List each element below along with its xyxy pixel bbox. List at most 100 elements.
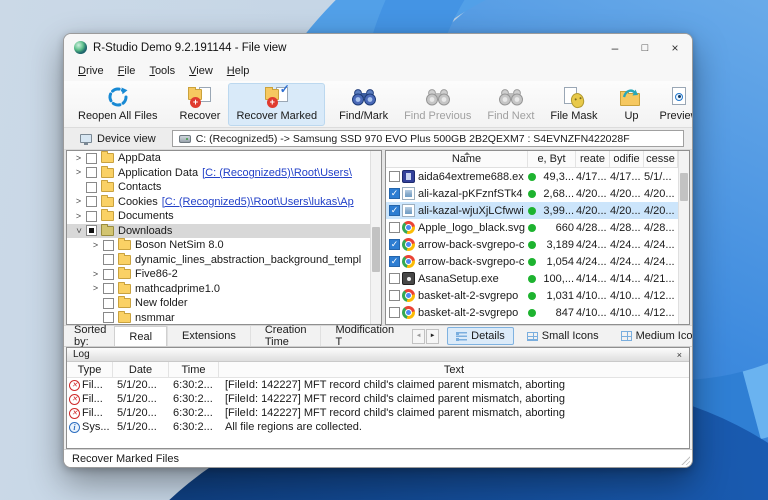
tree-row[interactable]: > Five86-2 xyxy=(67,267,381,282)
log-column-text[interactable]: Text xyxy=(219,362,689,377)
reopen-all-files-button[interactable]: Reopen All Files xyxy=(70,83,166,126)
menu-tools[interactable]: Tools xyxy=(143,63,181,79)
expander-icon[interactable]: > xyxy=(74,211,83,221)
scroll-tabs-right-icon[interactable]: ► xyxy=(426,328,440,344)
tree-row[interactable]: > Documents xyxy=(67,209,381,224)
file-row[interactable]: AsanaSetup.exe 100,... 4/14... 4/14... 4… xyxy=(386,270,689,287)
preview-button[interactable]: Preview xyxy=(651,83,692,126)
log-row[interactable]: Fil... 5/1/20... 6:30:2... [FileId: 1422… xyxy=(67,392,689,406)
tree-row[interactable]: > AppData xyxy=(67,151,381,166)
recover-marked-button[interactable]: ✓ Recover Marked xyxy=(228,83,326,126)
file-row[interactable]: aida64extreme688.ex 49,3... 4/17... 4/17… xyxy=(386,168,689,185)
column-header-created[interactable]: reate xyxy=(576,151,610,167)
scroll-tabs-left-icon[interactable]: ◄ xyxy=(412,328,426,344)
tree-checkbox[interactable] xyxy=(103,239,114,251)
sort-tab-extensions[interactable]: Extensions xyxy=(167,326,250,346)
menu-file[interactable]: File xyxy=(112,63,142,79)
find-previous-button[interactable]: Find Previous xyxy=(396,83,479,126)
tree-checkbox[interactable] xyxy=(86,152,97,164)
close-button[interactable]: × xyxy=(660,37,690,59)
column-header-size[interactable]: e, Byt xyxy=(528,151,576,167)
maximize-button[interactable]: □ xyxy=(630,37,660,59)
tree-row[interactable]: nsmmar xyxy=(67,310,381,325)
current-path-bar[interactable]: C: (Recognized5) -> Samsung SSD 970 EVO … xyxy=(171,130,684,147)
file-row[interactable]: arrow-back-svgrepo-c 1,054 4/24... 4/24.… xyxy=(386,253,689,270)
menu-help[interactable]: Help xyxy=(221,63,256,79)
log-close-icon[interactable]: × xyxy=(674,350,685,360)
tree-row[interactable]: > Application Data [C: (Recognized5)\Roo… xyxy=(67,165,381,181)
tree-row[interactable]: > Boson NetSim 8.0 xyxy=(67,238,381,253)
tree-checkbox[interactable] xyxy=(103,283,114,295)
device-view-tab[interactable]: Device view xyxy=(74,132,162,146)
log-panel-header[interactable]: Log × xyxy=(67,348,689,362)
tree-item-link[interactable]: [C: (Recognized5)\Root\Users\lukas\Ap xyxy=(162,196,354,208)
tree-checkbox[interactable] xyxy=(86,225,97,237)
file-checkbox[interactable] xyxy=(389,273,400,284)
tree-row[interactable]: Contacts xyxy=(67,180,381,195)
expander-icon[interactable]: > xyxy=(74,168,83,177)
menu-view[interactable]: View xyxy=(183,63,219,79)
log-column-type[interactable]: Type xyxy=(67,362,113,377)
file-row[interactable]: Apple_logo_black.svg 660 4/28... 4/28...… xyxy=(386,219,689,236)
find-next-button[interactable]: Find Next xyxy=(479,83,542,126)
minimize-button[interactable]: – xyxy=(600,37,630,59)
column-header-accessed[interactable]: cesse xyxy=(644,151,678,167)
find-mark-button[interactable]: Find/Mark xyxy=(331,83,396,126)
expander-icon[interactable]: > xyxy=(91,284,100,293)
resize-grip[interactable] xyxy=(680,455,690,465)
column-header-name[interactable]: Name xyxy=(406,151,528,167)
tree-scrollbar-thumb[interactable] xyxy=(372,227,380,273)
tree-checkbox[interactable] xyxy=(103,268,114,280)
file-checkbox[interactable] xyxy=(389,171,400,182)
sort-tab-modification-time[interactable]: Modification T xyxy=(320,324,408,348)
tree-checkbox[interactable] xyxy=(86,167,97,179)
tree-item-link[interactable]: [C: (Recognized5)\Root\Users\ xyxy=(202,167,352,179)
tree-row[interactable]: New folder xyxy=(67,296,381,311)
tree-row[interactable]: > Cookies [C: (Recognized5)\Root\Users\l… xyxy=(67,194,381,210)
tree-row[interactable]: dynamic_lines_abstraction_background_tem… xyxy=(67,252,381,268)
file-list-scrollbar-thumb[interactable] xyxy=(680,173,688,202)
expander-icon[interactable]: > xyxy=(74,153,83,163)
file-checkbox[interactable] xyxy=(389,188,400,199)
column-header-modified[interactable]: odifie xyxy=(610,151,644,167)
tree-checkbox[interactable] xyxy=(86,196,97,208)
file-checkbox[interactable] xyxy=(389,256,400,267)
menu-drive[interactable]: Drive xyxy=(72,63,110,79)
sort-tab-creation-time[interactable]: Creation Time xyxy=(249,324,321,348)
tree-checkbox[interactable] xyxy=(103,254,114,266)
file-row[interactable]: arrow-back-svgrepo-c 3,189 4/24... 4/24.… xyxy=(386,236,689,253)
file-checkbox[interactable] xyxy=(389,239,400,250)
tree-scrollbar[interactable] xyxy=(370,151,381,324)
file-row[interactable]: basket-alt-2-svgrepo 1,031 4/10... 4/10.… xyxy=(386,287,689,304)
tree-row[interactable]: > Downloads xyxy=(67,223,381,238)
file-checkbox[interactable] xyxy=(389,290,400,301)
recover-button[interactable]: Recover xyxy=(172,83,229,126)
tree-checkbox[interactable] xyxy=(86,210,97,222)
title-bar[interactable]: R-Studio Demo 9.2.191144 - File view – □… xyxy=(64,34,692,61)
log-column-date[interactable]: Date xyxy=(113,362,169,377)
tree-checkbox[interactable] xyxy=(103,312,114,324)
file-checkbox[interactable] xyxy=(389,205,400,216)
file-checkbox[interactable] xyxy=(389,222,400,233)
view-tab-details[interactable]: Details xyxy=(447,327,514,345)
expander-icon[interactable]: > xyxy=(74,226,84,235)
expander-icon[interactable]: > xyxy=(91,240,100,250)
sort-tab-real[interactable]: Real xyxy=(114,326,168,346)
tree-row[interactable]: > mathcadprime1.0 xyxy=(67,281,381,297)
view-tab-small-icons[interactable]: Small Icons xyxy=(518,327,608,345)
file-row[interactable]: ali-kazal-wjuXjLCfwwi 3,99... 4/20... 4/… xyxy=(386,202,689,219)
log-row[interactable]: Sys... 5/1/20... 6:30:2... All file regi… xyxy=(67,420,689,434)
expander-icon[interactable]: > xyxy=(74,197,83,206)
file-row[interactable]: basket-alt-2-svgrepo 847 4/10... 4/10...… xyxy=(386,304,689,321)
file-list-scrollbar[interactable] xyxy=(678,151,689,324)
file-row[interactable]: ali-kazal-pKFznfSTk4 2,68... 4/20... 4/2… xyxy=(386,185,689,202)
view-tab-medium-icons[interactable]: Medium Icons xyxy=(612,327,692,345)
file-checkbox[interactable] xyxy=(389,307,400,318)
log-row[interactable]: Fil... 5/1/20... 6:30:2... [FileId: 1422… xyxy=(67,378,689,392)
up-button[interactable]: Up xyxy=(611,83,651,126)
expander-icon[interactable]: > xyxy=(91,269,100,279)
log-row[interactable]: Fil... 5/1/20... 6:30:2... [FileId: 1422… xyxy=(67,406,689,420)
tree-checkbox[interactable] xyxy=(86,181,97,193)
file-mask-button[interactable]: File Mask xyxy=(542,83,605,126)
tree-checkbox[interactable] xyxy=(103,297,114,309)
